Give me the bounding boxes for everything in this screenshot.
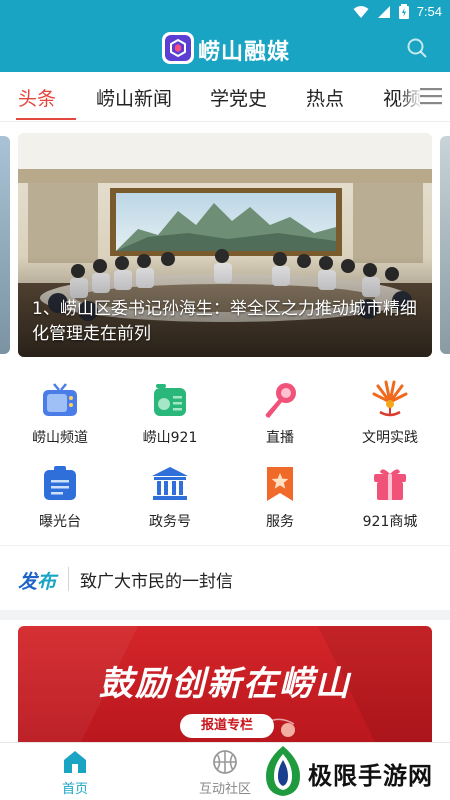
shortcut-label: 崂山921	[142, 430, 198, 446]
watermark: 极限手游网	[258, 742, 450, 800]
promo-title: 鼓励创新在崂山	[99, 664, 351, 704]
app-header: 崂山融媒	[0, 24, 450, 72]
shortcut-laoshan-channel[interactable]: 崂山频道	[15, 380, 105, 447]
category-tabs: 头条 崂山新闻 学党史 热点 视频	[0, 72, 450, 122]
tv-icon	[43, 383, 77, 416]
radio-icon	[154, 384, 186, 416]
gift-icon	[374, 469, 406, 500]
active-tab-indicator	[16, 118, 76, 120]
bookmark-star-icon	[267, 467, 293, 501]
watermark-logo	[266, 746, 300, 796]
tab-headlines[interactable]: 头条	[18, 84, 56, 111]
menu-icon[interactable]	[418, 85, 444, 107]
shortcut-label: 文明实践	[362, 430, 418, 446]
section-gap	[0, 610, 450, 620]
tab-laoshan-news[interactable]: 崂山新闻	[96, 84, 172, 111]
nav-community[interactable]: 互动社区	[180, 749, 270, 797]
shortcut-civilization[interactable]: 文明实践	[345, 380, 435, 447]
release-badge: 发布	[18, 571, 57, 593]
shortcut-label: 政务号	[149, 514, 191, 530]
shortcut-exposure[interactable]: 曝光台	[15, 464, 105, 531]
search-icon[interactable]	[406, 37, 428, 59]
nav-home[interactable]: 首页	[30, 749, 120, 797]
home-icon	[64, 751, 86, 773]
news-carousel[interactable]: 1、崂山区委书记孙海生：举全区之力推动城市精细化管理走在前列	[0, 124, 450, 360]
shortcut-label: 直播	[266, 430, 294, 446]
badge-separator	[68, 567, 69, 591]
wifi-icon	[353, 5, 369, 18]
nav-label: 首页	[61, 782, 88, 797]
shortcut-gov-accounts[interactable]: 政务号	[125, 464, 215, 531]
status-time: 7:54	[416, 4, 442, 19]
announcement-row[interactable]: 发布 致广大市民的一封信	[0, 548, 450, 610]
watermark-text: 极限手游网	[308, 761, 433, 790]
status-icons: 7:54	[353, 4, 442, 19]
promo-tag[interactable]: 报道专栏	[180, 714, 274, 738]
microphone-icon	[265, 383, 296, 418]
shortcut-services[interactable]: 服务	[235, 464, 325, 531]
tab-hot[interactable]: 热点	[306, 84, 344, 111]
carousel-prev-card[interactable]	[0, 136, 10, 354]
carousel-next-card[interactable]	[440, 136, 450, 354]
civilization-emblem-icon	[372, 380, 408, 417]
shortcut-laoshan-921[interactable]: 崂山921	[125, 380, 215, 447]
app-logo-icon	[162, 32, 194, 64]
shortcut-label: 崂山频道	[32, 430, 88, 446]
announcement-text[interactable]: 致广大市民的一封信	[80, 567, 233, 592]
app-title: 崂山融媒	[198, 40, 291, 65]
divider	[0, 545, 450, 546]
government-building-icon	[152, 467, 188, 500]
shortcut-grid: 崂山频道 崂山921 直播 文明实践 曝光台 政务号 服务 921商城	[0, 372, 450, 542]
shortcut-label: 921商城	[362, 514, 418, 530]
shortcut-label: 曝光台	[39, 514, 81, 530]
document-list-icon	[44, 466, 76, 500]
shortcut-label: 服务	[266, 514, 294, 530]
carousel-caption: 1、崂山区委书记孙海生：举全区之力推动城市精细化管理走在前列	[32, 299, 417, 344]
basketball-icon	[213, 750, 237, 774]
nav-label: 互动社区	[198, 782, 251, 797]
battery-icon	[398, 4, 409, 19]
shortcut-live[interactable]: 直播	[235, 380, 325, 447]
shortcut-921-mall[interactable]: 921商城	[345, 464, 435, 531]
promo-banner[interactable]: 鼓励创新在崂山 报道专栏	[18, 626, 432, 748]
signal-icon	[377, 5, 390, 18]
status-bar: 7:54	[0, 0, 450, 24]
tab-party-history[interactable]: 学党史	[210, 84, 267, 111]
carousel-banner[interactable]: 1、崂山区委书记孙海生：举全区之力推动城市精细化管理走在前列	[18, 133, 432, 357]
